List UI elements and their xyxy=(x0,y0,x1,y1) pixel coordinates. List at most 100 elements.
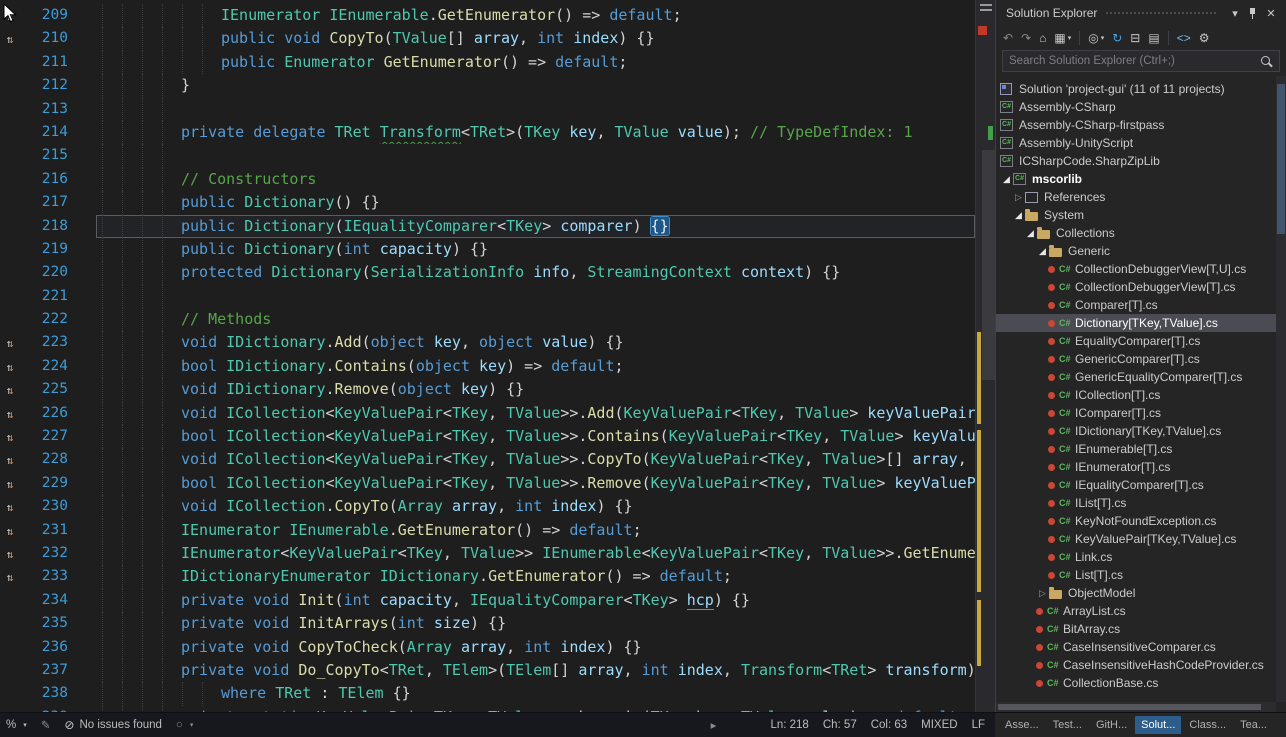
line-number[interactable]: 233 xyxy=(20,565,76,588)
code-text[interactable]: void IDictionary.Remove(object key) {} xyxy=(96,378,975,401)
code-text[interactable]: −private void Do_CopyTo<TRet, TElem>(TEl… xyxy=(96,659,975,682)
sync-with-active-document-icon[interactable]: ↻ xyxy=(1109,30,1125,46)
line-number[interactable]: 219 xyxy=(20,238,76,261)
line-number[interactable]: 209 xyxy=(20,4,76,27)
line-number[interactable]: 231 xyxy=(20,519,76,542)
tree-item[interactable]: C#Assembly-CSharp xyxy=(996,98,1276,116)
panel-tab[interactable]: Asse... xyxy=(999,716,1045,734)
implements-interface-icon[interactable]: ↑↓ xyxy=(0,402,20,425)
editor-overview-scrollbar[interactable] xyxy=(975,0,995,712)
vscroll-thumb[interactable] xyxy=(1277,84,1285,234)
line-number[interactable]: 211 xyxy=(20,51,76,74)
window-position-icon[interactable]: ▾ xyxy=(1226,7,1244,20)
tree-item[interactable]: C#CollectionBase.cs xyxy=(996,674,1276,692)
code-text[interactable]: where TRet : TElem {} xyxy=(96,682,975,705)
code-text[interactable]: bool IDictionary.Contains(object key) =>… xyxy=(96,355,975,378)
line-number[interactable]: 236 xyxy=(20,636,76,659)
implements-interface-icon[interactable]: ↑↓ xyxy=(0,519,20,542)
tree-item[interactable]: C#Assembly-CSharp-firstpass xyxy=(996,116,1276,134)
line-number[interactable]: 226 xyxy=(20,402,76,425)
collapse-all-icon[interactable]: ⊟ xyxy=(1127,30,1143,46)
tree-item[interactable]: C#CollectionDebuggerView[T,U].cs xyxy=(996,260,1276,278)
expand-icon[interactable]: ▸ xyxy=(711,718,717,732)
line-number[interactable]: 224 xyxy=(20,355,76,378)
code-text[interactable]: IEnumerator<KeyValuePair<TKey, TValue>> … xyxy=(96,542,975,565)
tree-item[interactable]: C#Link.cs xyxy=(996,548,1276,566)
code-text[interactable]: private void InitArrays(int size) {} xyxy=(96,612,975,635)
panel-tab[interactable]: Solut... xyxy=(1135,716,1181,734)
line-number[interactable]: 237 xyxy=(20,659,76,682)
implements-interface-icon[interactable]: ↑↓ xyxy=(0,331,20,354)
expander-expanded-icon[interactable]: ◢ xyxy=(1036,246,1049,257)
eol-indicator[interactable]: LF xyxy=(972,719,985,731)
panel-title-bar[interactable]: Solution Explorer ▾ ✕ xyxy=(996,0,1286,26)
code-text[interactable]: } xyxy=(96,74,975,97)
code-text[interactable]: // Methods xyxy=(96,308,975,331)
implements-interface-icon[interactable]: ↑↓ xyxy=(0,495,20,518)
code-text[interactable] xyxy=(96,144,975,167)
code-text[interactable]: private static KeyValuePair<TKey, TValue… xyxy=(96,706,975,712)
code-text[interactable]: public Dictionary(IEqualityComparer<TKey… xyxy=(96,215,975,238)
code-text[interactable]: void IDictionary.Add(object key, object … xyxy=(96,331,975,354)
nav-back-icon[interactable]: ↶ xyxy=(1000,30,1016,46)
column-indicator[interactable]: Col: 63 xyxy=(871,719,907,731)
line-number[interactable]: 215 xyxy=(20,144,76,167)
line-number[interactable]: 238 xyxy=(20,682,76,705)
line-number[interactable]: 212 xyxy=(20,74,76,97)
implements-interface-icon[interactable]: ↑↓ xyxy=(0,565,20,588)
tree-item[interactable]: C#IEnumerable[T].cs xyxy=(996,440,1276,458)
code-text[interactable] xyxy=(96,285,975,308)
tree-item[interactable]: C#GenericComparer[T].cs xyxy=(996,350,1276,368)
tree-item[interactable]: Solution 'project-gui' (11 of 11 project… xyxy=(996,80,1276,98)
code-text[interactable]: void ICollection<KeyValuePair<TKey, TVal… xyxy=(96,448,975,471)
tree-item[interactable]: C#IDictionary[TKey,TValue].cs xyxy=(996,422,1276,440)
scrollbar-thumb[interactable] xyxy=(982,150,995,380)
line-number[interactable]: 213 xyxy=(20,98,76,121)
tree-item[interactable]: ◢Collections xyxy=(996,224,1276,242)
expander-collapsed-icon[interactable]: ▷ xyxy=(1012,192,1025,203)
status-extra-icon[interactable]: ○▾ xyxy=(176,719,193,731)
tree-item[interactable]: C#Dictionary[TKey,TValue].cs xyxy=(996,314,1276,332)
panel-tab[interactable]: Test... xyxy=(1047,716,1088,734)
expander-expanded-icon[interactable]: ◢ xyxy=(1000,174,1013,185)
line-number[interactable]: 239 xyxy=(20,706,76,712)
tree-item[interactable]: C#IEnumerator[T].cs xyxy=(996,458,1276,476)
hscroll-thumb[interactable] xyxy=(998,704,1261,710)
line-number[interactable]: 217 xyxy=(20,191,76,214)
implements-interface-icon[interactable]: ↑↓ xyxy=(0,542,20,565)
tree-item[interactable]: C#ICSharpCode.SharpZipLib xyxy=(996,152,1276,170)
code-text[interactable]: public Dictionary(int capacity) {} xyxy=(96,238,975,261)
explorer-scrollbar[interactable] xyxy=(1276,76,1286,702)
nav-forward-icon[interactable]: ↷ xyxy=(1018,30,1034,46)
implements-interface-icon[interactable]: ↑↓ xyxy=(0,27,20,50)
tree-item[interactable]: C#IComparer[T].cs xyxy=(996,404,1276,422)
drag-grip[interactable] xyxy=(1105,11,1218,16)
pin-icon[interactable] xyxy=(1244,7,1262,20)
char-indicator[interactable]: Ch: 57 xyxy=(823,719,857,731)
tree-item[interactable]: C#Comparer[T].cs xyxy=(996,296,1276,314)
code-text[interactable]: private void Init(int capacity, IEqualit… xyxy=(96,589,975,612)
splitter-grip-icon[interactable] xyxy=(980,4,992,11)
line-number[interactable]: 222 xyxy=(20,308,76,331)
implements-interface-icon[interactable]: ↑↓ xyxy=(0,472,20,495)
line-number[interactable]: 234 xyxy=(20,589,76,612)
line-number[interactable]: 220 xyxy=(20,261,76,284)
implements-interface-icon[interactable]: ↑↓ xyxy=(0,355,20,378)
line-number[interactable]: 232 xyxy=(20,542,76,565)
line-number[interactable]: 223 xyxy=(20,331,76,354)
code-text[interactable]: IDictionaryEnumerator IDictionary.GetEnu… xyxy=(96,565,975,588)
tree-item[interactable]: C#Assembly-UnityScript xyxy=(996,134,1276,152)
code-text[interactable]: public void CopyTo(TValue[] array, int i… xyxy=(96,27,975,50)
tree-item[interactable]: C#CollectionDebuggerView[T].cs xyxy=(996,278,1276,296)
search-icon[interactable] xyxy=(1260,55,1273,68)
expander-expanded-icon[interactable]: ◢ xyxy=(1024,228,1037,239)
tree-item[interactable]: C#ICollection[T].cs xyxy=(996,386,1276,404)
code-text[interactable]: private void CopyToCheck(Array array, in… xyxy=(96,636,975,659)
tree-item[interactable]: C#List[T].cs xyxy=(996,566,1276,584)
panel-tab[interactable]: Class... xyxy=(1183,716,1232,734)
properties-pages-icon[interactable]: ▤ xyxy=(1145,30,1162,46)
code-text[interactable]: public Enumerator GetEnumerator() => def… xyxy=(96,51,975,74)
code-text[interactable]: IEnumerator IEnumerable.GetEnumerator() … xyxy=(96,519,975,542)
show-all-files-icon[interactable]: ◎▾ xyxy=(1085,30,1107,46)
code-text[interactable]: bool ICollection<KeyValuePair<TKey, TVal… xyxy=(96,425,975,448)
